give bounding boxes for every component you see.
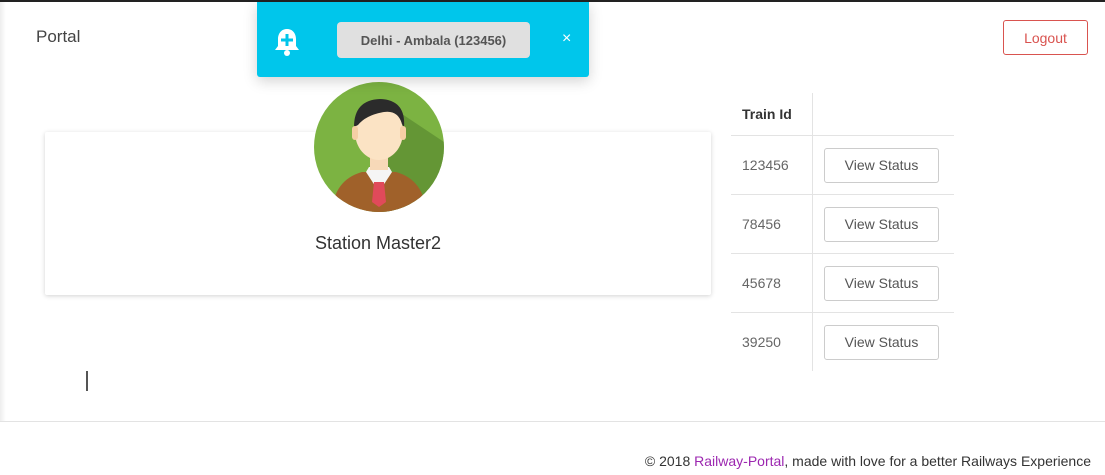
text-cursor — [86, 371, 88, 391]
logout-button[interactable]: Logout — [1003, 20, 1088, 55]
view-status-button[interactable]: View Status — [824, 206, 939, 242]
action-cell: View Status — [812, 135, 954, 195]
action-cell: View Status — [812, 253, 954, 313]
table-row: 45678 View Status — [731, 253, 954, 313]
left-shadow — [0, 2, 6, 422]
footer: © 2018 Railway-Portal, made with love fo… — [645, 453, 1091, 469]
notification-toast: Delhi - Ambala (123456) × — [257, 2, 589, 77]
table-header-row: Train Id — [731, 93, 954, 136]
footer-divider — [0, 421, 1105, 422]
column-header-action — [812, 93, 954, 136]
column-header-train-id: Train Id — [731, 93, 813, 136]
action-cell: View Status — [813, 313, 955, 372]
footer-link[interactable]: Railway-Portal — [694, 453, 784, 469]
train-id-cell: 78456 — [731, 194, 813, 254]
train-table: Train Id 123456 View Status 78456 View S… — [731, 93, 954, 371]
train-id-cell: 39250 — [731, 312, 813, 371]
user-avatar — [314, 82, 444, 212]
table-row: 123456 View Status — [731, 135, 954, 195]
bell-plus-icon — [275, 29, 299, 56]
footer-copyright: © 2018 — [644, 453, 695, 469]
footer-tagline: , made with love for a better Railways E… — [784, 453, 1091, 469]
view-status-button[interactable]: View Status — [824, 324, 939, 360]
close-icon[interactable]: × — [562, 29, 571, 49]
user-name: Station Master2 — [314, 233, 442, 253]
notification-route-button[interactable]: Delhi - Ambala (123456) — [337, 22, 530, 58]
train-id-cell: 123456 — [731, 135, 813, 195]
action-cell: View Status — [812, 194, 954, 254]
train-id-cell: 45678 — [731, 253, 813, 313]
view-status-button[interactable]: View Status — [824, 265, 939, 301]
navbar-brand[interactable]: Portal — [36, 27, 80, 47]
view-status-button[interactable]: View Status — [824, 147, 939, 183]
table-row: 39250 View Status — [731, 312, 955, 372]
table-row: 78456 View Status — [731, 194, 954, 254]
